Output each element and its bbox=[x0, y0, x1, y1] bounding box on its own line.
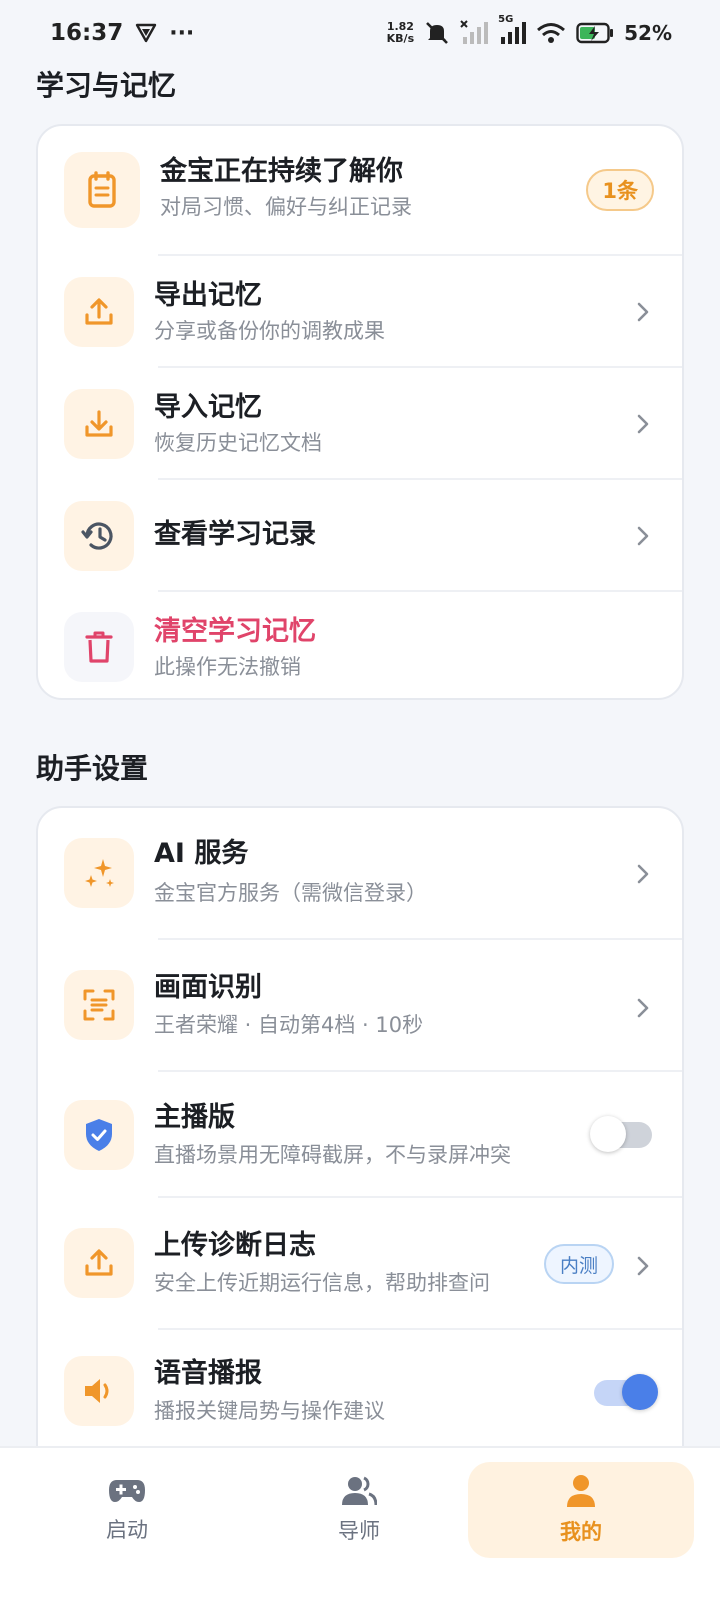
screen-recognition-subtitle: 王者荣耀 · 自动第4档 · 10秒 bbox=[154, 1013, 424, 1037]
import-memory-subtitle: 恢复历史记忆文档 bbox=[154, 431, 322, 455]
beta-badge: 内测 bbox=[543, 1244, 614, 1284]
ai-service-subtitle: 金宝官方服务（需微信登录） bbox=[154, 881, 427, 905]
history-icon bbox=[64, 501, 134, 571]
more-notifications: ··· bbox=[169, 20, 195, 46]
signal-weak-icon bbox=[460, 20, 489, 46]
tab-launch[interactable]: 启动 bbox=[14, 1462, 240, 1558]
clear-memory-item[interactable]: 清空学习记忆 此操作无法撤销 bbox=[38, 592, 682, 698]
clear-memory-title: 清空学习记忆 bbox=[154, 616, 316, 647]
tab-mentor-label: 导师 bbox=[338, 1519, 380, 1543]
clear-memory-subtitle: 此操作无法撤销 bbox=[154, 655, 301, 679]
memory-card: 金宝正在持续了解你 对局习惯、偏好与纠正记录 1条 导出记忆 分享或备份你的调教… bbox=[36, 124, 684, 700]
net-speed-unit: KB/s bbox=[386, 32, 415, 45]
chevron-right-icon bbox=[636, 410, 652, 438]
assistant-settings-card: AI 服务 金宝官方服务（需微信登录） 画面识别 王者荣耀 · 自动第4档 · … bbox=[36, 806, 684, 1466]
notebook-icon bbox=[64, 152, 140, 228]
voice-broadcast-toggle[interactable] bbox=[594, 1374, 658, 1410]
tab-launch-label: 启动 bbox=[106, 1518, 148, 1542]
upload-icon bbox=[64, 1228, 134, 1298]
network-type: 5G bbox=[498, 14, 514, 25]
net-speed: 1.82 KB/s bbox=[387, 21, 414, 45]
record-count-badge: 1条 bbox=[586, 169, 654, 211]
streamer-mode-item: 主播版 直播场景用无障碍截屏，不与录屏冲突 bbox=[38, 1072, 682, 1198]
ai-service-title: AI 服务 bbox=[154, 838, 249, 869]
status-time: 16:37 bbox=[50, 20, 124, 46]
upload-icon bbox=[64, 277, 134, 347]
import-memory-title: 导入记忆 bbox=[154, 392, 262, 423]
chevron-right-icon bbox=[636, 860, 652, 888]
voice-broadcast-item: 语音播报 播报关键局势与操作建议 bbox=[38, 1330, 682, 1462]
memory-section-title: 学习与记忆 bbox=[36, 69, 177, 102]
signal-5g-icon: 5G bbox=[498, 14, 527, 46]
sparkle-icon bbox=[64, 838, 134, 908]
status-bar: 16:37 ··· 1.82 KB/s 5G 52% bbox=[0, 0, 720, 66]
upload-diagnostic-log-subtitle: 安全上传近期运行信息，帮助排查问 bbox=[154, 1271, 490, 1295]
import-memory-item[interactable]: 导入记忆 恢复历史记忆文档 bbox=[38, 368, 682, 480]
export-memory-item[interactable]: 导出记忆 分享或备份你的调教成果 bbox=[38, 256, 682, 368]
battery-charging-icon bbox=[576, 22, 614, 44]
upload-diagnostic-log-title: 上传诊断日志 bbox=[154, 1230, 316, 1261]
chevron-right-icon bbox=[636, 1252, 652, 1280]
tab-mine[interactable]: 我的 bbox=[468, 1462, 694, 1558]
battery-level: 52% bbox=[624, 21, 672, 45]
voice-broadcast-subtitle: 播报关键局势与操作建议 bbox=[154, 1399, 385, 1423]
chevron-right-icon bbox=[636, 298, 652, 326]
mute-bell-icon bbox=[424, 20, 450, 46]
chevron-right-icon bbox=[636, 522, 652, 550]
scan-icon bbox=[64, 970, 134, 1040]
gamepad-icon bbox=[107, 1476, 147, 1510]
vpn-icon bbox=[135, 23, 157, 43]
voice-broadcast-title: 语音播报 bbox=[154, 1358, 262, 1389]
tab-mentor[interactable]: 导师 bbox=[246, 1462, 472, 1558]
streamer-mode-title: 主播版 bbox=[154, 1102, 235, 1133]
ai-service-item[interactable]: AI 服务 金宝官方服务（需微信登录） bbox=[38, 808, 682, 940]
person-icon bbox=[565, 1474, 597, 1512]
bottom-navigation: 启动 导师 我的 bbox=[0, 1446, 720, 1600]
trash-icon bbox=[64, 612, 134, 682]
export-memory-subtitle: 分享或备份你的调教成果 bbox=[154, 319, 385, 343]
tab-mine-label: 我的 bbox=[560, 1520, 602, 1544]
assistant-section-title: 助手设置 bbox=[36, 752, 149, 785]
shield-check-icon bbox=[64, 1100, 134, 1170]
download-icon bbox=[64, 389, 134, 459]
users-icon bbox=[341, 1475, 378, 1511]
streamer-mode-subtitle: 直播场景用无障碍截屏，不与录屏冲突 bbox=[154, 1143, 511, 1167]
screen-recognition-title: 画面识别 bbox=[154, 972, 262, 1003]
wifi-icon bbox=[536, 21, 566, 45]
learning-status-row[interactable]: 金宝正在持续了解你 对局习惯、偏好与纠正记录 1条 bbox=[38, 126, 682, 256]
upload-diagnostic-log-item[interactable]: 上传诊断日志 安全上传近期运行信息，帮助排查问 内测 bbox=[38, 1198, 682, 1330]
chevron-right-icon bbox=[636, 994, 652, 1022]
streamer-mode-toggle[interactable] bbox=[590, 1116, 652, 1152]
learning-title: 金宝正在持续了解你 bbox=[160, 156, 403, 187]
speaker-icon bbox=[64, 1356, 134, 1426]
view-learning-records-title: 查看学习记录 bbox=[154, 519, 316, 550]
view-learning-records-item[interactable]: 查看学习记录 bbox=[38, 480, 682, 592]
screen-recognition-item[interactable]: 画面识别 王者荣耀 · 自动第4档 · 10秒 bbox=[38, 940, 682, 1072]
learning-subtitle: 对局习惯、偏好与纠正记录 bbox=[160, 195, 412, 219]
export-memory-title: 导出记忆 bbox=[154, 280, 262, 311]
